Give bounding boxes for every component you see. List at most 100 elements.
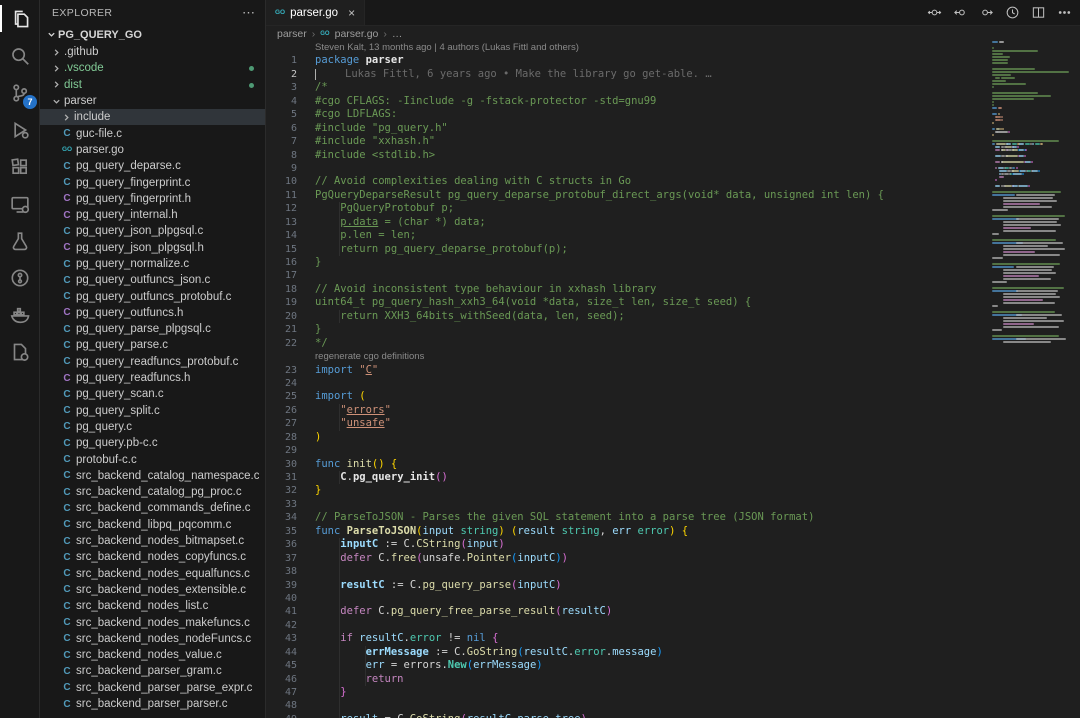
sidebar-file-src-backend-parser-parser-c[interactable]: Csrc_backend_parser_parser.c [40,696,265,712]
line-number[interactable]: 46 [266,673,297,686]
code-line-3[interactable]: 3/* [266,81,990,94]
line-number[interactable]: 28 [266,431,297,444]
line-number[interactable]: 47 [266,686,297,699]
sidebar-file-src-backend-nodes-value-c[interactable]: Csrc_backend_nodes_value.c [40,647,265,663]
code-line-8[interactable]: 8#include <stdlib.h> [266,149,990,162]
line-number[interactable]: 2 [266,68,297,81]
line-number[interactable]: 45 [266,659,297,672]
line-number[interactable]: 42 [266,619,297,632]
line-number[interactable]: 10 [266,175,297,188]
code-line-11[interactable]: 11PgQueryDeparseResult pg_query_deparse_… [266,189,990,202]
code-line-42[interactable]: 42 [266,619,990,632]
remote-explorer-icon[interactable] [0,185,40,222]
sidebar-folder--github[interactable]: .github [40,44,265,60]
line-number[interactable]: 29 [266,444,297,457]
sidebar-file-pg-query-fingerprint-c[interactable]: Cpg_query_fingerprint.c [40,174,265,190]
code-line-5[interactable]: 5#cgo LDFLAGS: [266,108,990,121]
sidebar-file-pg-query-pb-c-c[interactable]: Cpg_query.pb-c.c [40,435,265,451]
sidebar-file-pg-query-json-plpgsql-c[interactable]: Cpg_query_json_plpgsql.c [40,223,265,239]
close-icon[interactable]: × [348,6,355,20]
line-number[interactable]: 33 [266,498,297,511]
line-number[interactable]: 17 [266,269,297,282]
sidebar-file-src-backend-parser-parse-expr-c[interactable]: Csrc_backend_parser_parse_expr.c [40,680,265,696]
breadcrumb-file[interactable]: parser.go [335,28,379,40]
code-line-19[interactable]: 19uint64_t pg_query_hash_xxh3_64(void *d… [266,296,990,309]
sidebar-file-pg-query-deparse-c[interactable]: Cpg_query_deparse.c [40,158,265,174]
line-number[interactable]: 11 [266,189,297,202]
code-line-17[interactable]: 17 [266,269,990,282]
code-line-12[interactable]: 12 PgQueryProtobuf p; [266,202,990,215]
code-line-38[interactable]: 38 [266,565,990,578]
line-number[interactable]: 32 [266,484,297,497]
code-line-41[interactable]: 41 defer C.pg_query_free_parse_result(re… [266,605,990,618]
sidebar-file-pg-query-internal-h[interactable]: Cpg_query_internal.h [40,207,265,223]
sidebar-file-src-backend-nodes-list-c[interactable]: Csrc_backend_nodes_list.c [40,598,265,614]
line-number[interactable]: 35 [266,525,297,538]
tab-parser-go[interactable]: GO parser.go × [266,0,365,25]
sidebar-folder-include[interactable]: include [40,109,265,125]
line-number[interactable]: 15 [266,243,297,256]
sidebar-file-pg-query-outfuncs-json-c[interactable]: Cpg_query_outfuncs_json.c [40,272,265,288]
line-number[interactable]: 31 [266,471,297,484]
sidebar-file-src-backend-nodes-makefuncs-c[interactable]: Csrc_backend_nodes_makefuncs.c [40,614,265,630]
code-line-7[interactable]: 7#include "xxhash.h" [266,135,990,148]
timeline-icon[interactable] [1005,5,1020,20]
run-and-debug-icon[interactable] [0,111,40,148]
code-line-39[interactable]: 39 resultC := C.pg_query_parse(inputC) [266,579,990,592]
line-number[interactable]: 7 [266,135,297,148]
more-actions-icon[interactable] [1057,5,1072,20]
line-number[interactable]: 36 [266,538,297,551]
code-line-6[interactable]: 6#include "pg_query.h" [266,122,990,135]
sidebar-file-src-backend-catalog-pg-proc-c[interactable]: Csrc_backend_catalog_pg_proc.c [40,484,265,500]
sidebar-file-parser-go[interactable]: GOparser.go [40,142,265,158]
code-line-22[interactable]: 22*/ [266,337,990,350]
code-line-14[interactable]: 14 p.len = len; [266,229,990,242]
line-number[interactable]: 26 [266,404,297,417]
code-line-47[interactable]: 47 } [266,686,990,699]
code-line-49[interactable]: 49 result = C.GoString(resultC.parse_tre… [266,713,990,718]
code-line-27[interactable]: 27 "unsafe" [266,417,990,430]
sidebar-file-pg-query-parse-c[interactable]: Cpg_query_parse.c [40,337,265,353]
sidebar-file-src-backend-nodes-extensible-c[interactable]: Csrc_backend_nodes_extensible.c [40,582,265,598]
previous-change-icon[interactable] [953,5,968,20]
code-line-31[interactable]: 31 C.pg_query_init() [266,471,990,484]
sidebar-file-src-backend-nodes-bitmapset-c[interactable]: Csrc_backend_nodes_bitmapset.c [40,533,265,549]
explorer-icon[interactable] [0,0,40,37]
line-number[interactable]: 4 [266,95,297,108]
code-line-33[interactable]: 33 [266,498,990,511]
line-number[interactable]: 20 [266,310,297,323]
split-editor-icon[interactable] [1031,5,1046,20]
code-line-44[interactable]: 44 errMessage := C.GoString(resultC.erro… [266,646,990,659]
docker-icon[interactable] [0,296,40,333]
sidebar-file-protobuf-c-c[interactable]: Cprotobuf-c.c [40,451,265,467]
sidebar-folder-dist[interactable]: dist [40,77,265,93]
line-number[interactable]: 24 [266,377,297,390]
sidebar-file-src-backend-nodes-copyfuncs-c[interactable]: Csrc_backend_nodes_copyfuncs.c [40,549,265,565]
sidebar-file-src-backend-catalog-namespace-c[interactable]: Csrc_backend_catalog_namespace.c [40,468,265,484]
code-line-45[interactable]: 45 err = errors.New(errMessage) [266,659,990,672]
line-number[interactable]: 12 [266,202,297,215]
next-change-icon[interactable] [979,5,994,20]
code-line-4[interactable]: 4#cgo CFLAGS: -Iinclude -g -fstack-prote… [266,95,990,108]
code-line-43[interactable]: 43 if resultC.error != nil { [266,632,990,645]
code-line-26[interactable]: 26 "errors" [266,404,990,417]
line-number[interactable]: 18 [266,283,297,296]
line-number[interactable]: 13 [266,216,297,229]
code-line-48[interactable]: 48 [266,699,990,712]
line-number[interactable]: 21 [266,323,297,336]
code-area[interactable]: Steven Kalt, 13 months ago | 4 authors (… [266,41,990,718]
sidebar-file-pg-query-scan-c[interactable]: Cpg_query_scan.c [40,386,265,402]
code-line-10[interactable]: 10// Avoid complexities dealing with C s… [266,175,990,188]
sidebar-file-pg-query-outfuncs-protobuf-c[interactable]: Cpg_query_outfuncs_protobuf.c [40,288,265,304]
sidebar-file-pg-query-parse-plpgsql-c[interactable]: Cpg_query_parse_plpgsql.c [40,321,265,337]
code-line-1[interactable]: 1package parser [266,54,990,67]
line-number[interactable]: 37 [266,552,297,565]
code-line-30[interactable]: 30func init() { [266,458,990,471]
breadcrumb-folder[interactable]: parser [277,28,307,40]
code-line-21[interactable]: 21} [266,323,990,336]
minimap[interactable] [990,41,1080,718]
line-number[interactable]: 34 [266,511,297,524]
code-line-9[interactable]: 9 [266,162,990,175]
open-changes-icon[interactable] [927,5,942,20]
code-line-37[interactable]: 37 defer C.free(unsafe.Pointer(inputC)) [266,552,990,565]
